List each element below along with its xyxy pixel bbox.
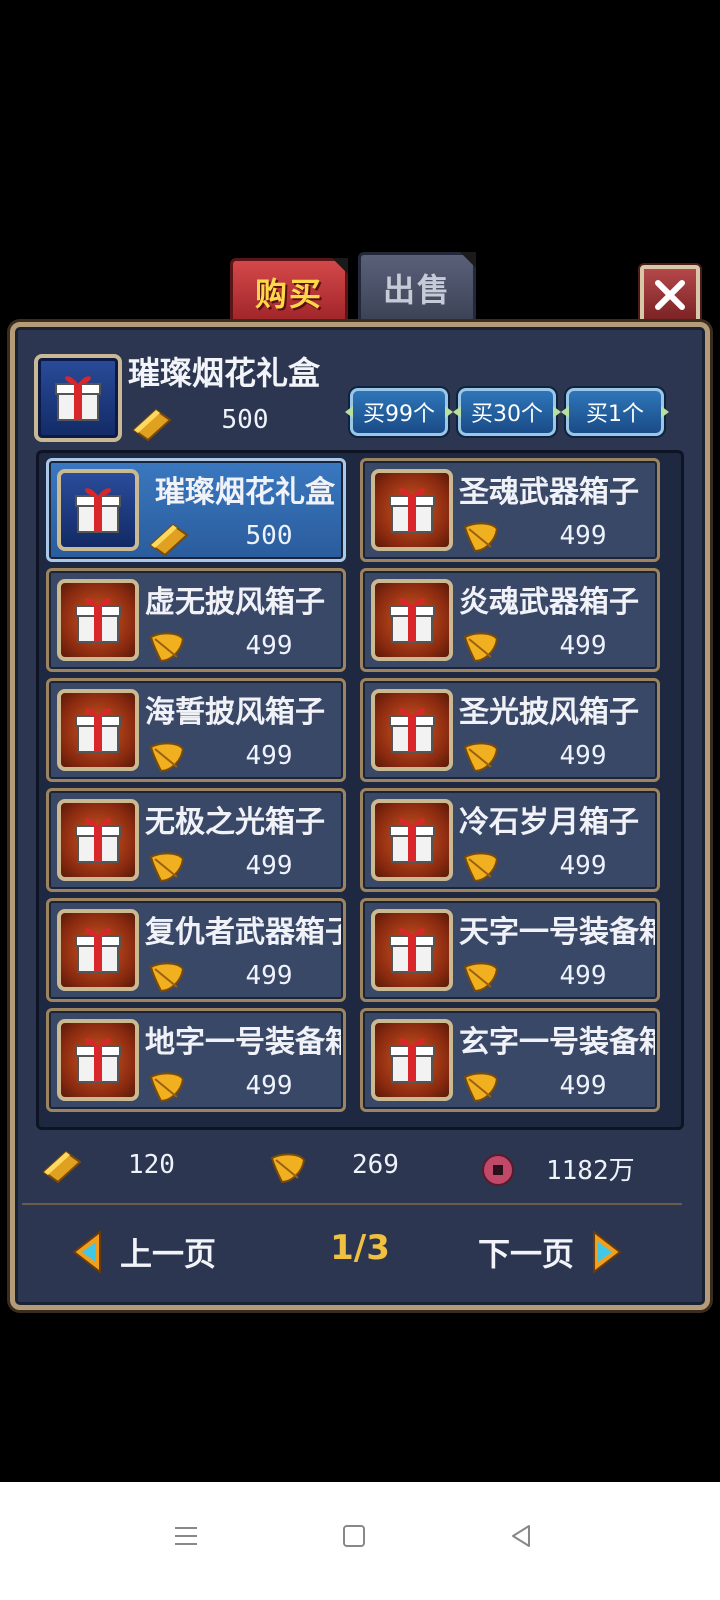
item-price: 499 (559, 521, 607, 551)
item-price: 499 (245, 961, 293, 991)
item-card[interactable]: 天字一号装备箱子 499 (360, 898, 660, 1002)
item-card[interactable]: 无极之光箱子 499 (46, 788, 346, 892)
item-name: 海誓披风箱子 (145, 695, 325, 730)
gold-balance: 120 (128, 1150, 175, 1180)
leaf-icon (268, 1150, 308, 1190)
next-page-label: 下一页 (478, 1235, 575, 1273)
leaf-icon (461, 849, 501, 889)
item-card[interactable]: 虚无披风箱子 499 (46, 568, 346, 672)
item-card[interactable]: 海誓披风箱子 499 (46, 678, 346, 782)
item-card[interactable]: 冷石岁月箱子 499 (360, 788, 660, 892)
back-triangle-icon (512, 1525, 530, 1547)
item-name: 冷石岁月箱子 (459, 805, 639, 840)
arrow-right-icon (593, 1230, 622, 1274)
divider (22, 1203, 682, 1205)
leaf-icon (461, 959, 501, 999)
buy-30-button[interactable]: 买30个 (453, 388, 561, 436)
gift-box-icon (57, 909, 139, 991)
item-name: 炎魂武器箱子 (459, 585, 639, 620)
selected-item-name: 璀璨烟花礼盒 (128, 354, 321, 392)
leaf-icon (147, 959, 187, 999)
gift-box-icon (57, 1019, 139, 1101)
gift-box-icon (371, 579, 453, 661)
copper-coin-icon (480, 1152, 516, 1192)
home-button[interactable] (324, 1506, 384, 1566)
gift-box-icon (371, 909, 453, 991)
item-card[interactable]: 地字一号装备箱子 499 (46, 1008, 346, 1112)
prev-page-label: 上一页 (120, 1235, 217, 1273)
leaf-icon (147, 629, 187, 669)
item-card[interactable]: 炎魂武器箱子 499 (360, 568, 660, 672)
leaf-icon (461, 629, 501, 669)
item-name: 天字一号装备箱子 (459, 915, 655, 950)
gift-box-icon (371, 1019, 453, 1101)
menu-icon (175, 1527, 197, 1545)
item-price: 499 (559, 631, 607, 661)
item-name: 璀璨烟花礼盒 (155, 475, 335, 510)
leaf-icon (147, 739, 187, 779)
gift-box-icon (371, 799, 453, 881)
item-price: 500 (245, 521, 293, 551)
item-card[interactable]: 复仇者武器箱子 499 (46, 898, 346, 1002)
leaf-icon (461, 1069, 501, 1109)
leaf-icon (147, 1069, 187, 1109)
item-card[interactable]: 玄字一号装备箱子 499 (360, 1008, 660, 1112)
item-price: 499 (559, 1071, 607, 1101)
selected-item-price: 500 (221, 405, 269, 435)
leaf-icon (461, 739, 501, 779)
buy-1-label: 买1个 (586, 402, 644, 427)
item-price: 499 (245, 631, 293, 661)
item-card[interactable]: 璀璨烟花礼盒 500 (46, 458, 346, 562)
selected-item-icon (34, 354, 122, 442)
page-indicator: 1/3 (330, 1228, 390, 1268)
gold-ingot-icon (40, 1146, 84, 1190)
gold-ingot-icon (147, 519, 191, 559)
square-icon (343, 1525, 365, 1547)
item-card[interactable]: 圣光披风箱子 499 (360, 678, 660, 782)
tab-buy[interactable]: 购买 (230, 258, 348, 326)
gift-box-icon (55, 376, 101, 421)
back-button[interactable] (492, 1506, 552, 1566)
item-price: 499 (245, 1071, 293, 1101)
close-button[interactable] (640, 265, 700, 325)
gift-box-icon (371, 469, 453, 551)
tab-sell[interactable]: 出售 (358, 252, 476, 324)
buy-1-button[interactable]: 买1个 (561, 388, 669, 436)
item-name: 无极之光箱子 (145, 805, 325, 840)
item-card[interactable]: 圣魂武器箱子 499 (360, 458, 660, 562)
gift-box-icon (57, 469, 139, 551)
gift-box-icon (57, 799, 139, 881)
leaf-icon (461, 519, 501, 559)
close-icon (655, 280, 685, 310)
leaf-balance: 269 (352, 1150, 399, 1180)
buy-30-label: 买30个 (471, 402, 543, 427)
item-price: 499 (559, 851, 607, 881)
item-name: 复仇者武器箱子 (145, 915, 341, 950)
menu-button[interactable] (156, 1506, 216, 1566)
item-price: 499 (245, 741, 293, 771)
tab-sell-label: 出售 (382, 271, 451, 309)
leaf-icon (147, 849, 187, 889)
system-nav-bar (0, 1482, 720, 1600)
buy-99-button[interactable]: 买99个 (345, 388, 453, 436)
item-name: 玄字一号装备箱子 (459, 1025, 655, 1060)
tab-buy-label: 购买 (254, 275, 323, 313)
item-name: 地字一号装备箱子 (145, 1025, 341, 1060)
item-price: 499 (559, 741, 607, 771)
next-page-button[interactable]: 下一页 (478, 1226, 624, 1278)
buy-99-label: 买99个 (363, 402, 435, 427)
coin-balance: 1182万 (546, 1156, 635, 1186)
item-name: 圣光披风箱子 (459, 695, 639, 730)
gift-box-icon (57, 689, 139, 771)
item-price: 499 (559, 961, 607, 991)
gold-ingot-icon (130, 404, 174, 448)
item-name: 虚无披风箱子 (145, 585, 325, 620)
arrow-left-icon (72, 1230, 101, 1274)
prev-page-button[interactable]: 上一页 (70, 1226, 216, 1278)
item-price: 499 (245, 851, 293, 881)
gift-box-icon (57, 579, 139, 661)
gift-box-icon (371, 689, 453, 771)
item-name: 圣魂武器箱子 (459, 475, 639, 510)
